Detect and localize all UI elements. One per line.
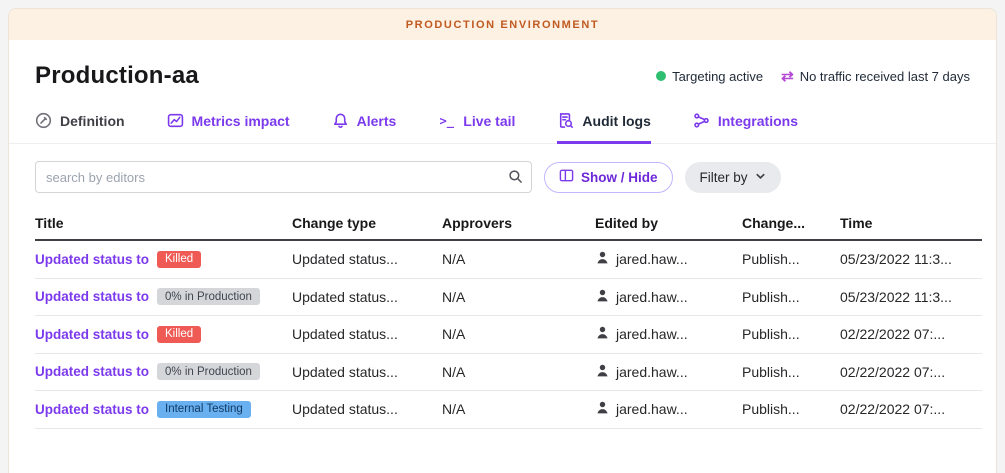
person-icon bbox=[595, 288, 610, 306]
traffic-status: ⇄ No traffic received last 7 days bbox=[781, 69, 970, 84]
row-title-link[interactable]: Updated status to bbox=[35, 327, 149, 342]
columns-icon bbox=[559, 168, 574, 186]
edited-by-cell: jared.haw... bbox=[595, 363, 742, 381]
search-input[interactable] bbox=[35, 161, 532, 193]
time-cell: 05/23/2022 11:3... bbox=[840, 251, 982, 267]
approvers-cell: N/A bbox=[442, 326, 595, 342]
traffic-arrows-icon: ⇄ bbox=[781, 69, 794, 84]
edited-by-name: jared.haw... bbox=[616, 364, 688, 380]
approvers-cell: N/A bbox=[442, 364, 595, 380]
traffic-status-label: No traffic received last 7 days bbox=[800, 69, 970, 84]
status-area: Targeting active ⇄ No traffic received l… bbox=[656, 69, 970, 84]
person-icon bbox=[595, 400, 610, 418]
table-row[interactable]: Updated status to Killed Updated status.… bbox=[35, 316, 982, 354]
tab-label: Definition bbox=[60, 113, 125, 129]
tab-metrics-impact[interactable]: Metrics impact bbox=[167, 112, 290, 144]
change-type-cell: Updated status... bbox=[292, 401, 442, 417]
tab-label: Integrations bbox=[718, 113, 798, 129]
status-badge: Internal Testing bbox=[157, 401, 251, 418]
row-title-link[interactable]: Updated status to bbox=[35, 402, 149, 417]
tab-definition[interactable]: Definition bbox=[35, 112, 125, 144]
edited-by-cell: jared.haw... bbox=[595, 250, 742, 268]
column-header-approvers[interactable]: Approvers bbox=[442, 215, 595, 231]
time-cell: 05/23/2022 11:3... bbox=[840, 289, 982, 305]
status-badge: 0% in Production bbox=[157, 288, 260, 305]
show-hide-label: Show / Hide bbox=[581, 170, 658, 185]
edited-by-name: jared.haw... bbox=[616, 251, 688, 267]
filter-by-label: Filter by bbox=[700, 170, 748, 185]
edited-by-name: jared.haw... bbox=[616, 401, 688, 417]
edited-by-name: jared.haw... bbox=[616, 326, 688, 342]
tab-label: Alerts bbox=[357, 113, 397, 129]
metrics-chart-icon bbox=[167, 112, 184, 129]
row-title-link[interactable]: Updated status to bbox=[35, 289, 149, 304]
page-title: Production-aa bbox=[35, 62, 199, 90]
green-dot-icon bbox=[656, 71, 666, 81]
table-row[interactable]: Updated status to 0% in Production Updat… bbox=[35, 279, 982, 317]
tab-live-tail[interactable]: >_ Live tail bbox=[438, 112, 515, 144]
approvers-cell: N/A bbox=[442, 289, 595, 305]
row-title-link[interactable]: Updated status to bbox=[35, 364, 149, 379]
integrations-icon bbox=[693, 112, 710, 129]
change-type-cell: Updated status... bbox=[292, 364, 442, 380]
environment-banner-label: PRODUCTION ENVIRONMENT bbox=[406, 19, 599, 31]
status-badge: 0% in Production bbox=[157, 363, 260, 380]
column-header-change[interactable]: Change... bbox=[742, 215, 840, 231]
edited-by-name: jared.haw... bbox=[616, 289, 688, 305]
table-header-row: Title Change type Approvers Edited by Ch… bbox=[35, 207, 982, 241]
tab-bar: Definition Metrics impact Alerts >_ Live… bbox=[9, 94, 996, 144]
search-box bbox=[35, 161, 532, 193]
change-cell: Publish... bbox=[742, 326, 840, 342]
environment-card: PRODUCTION ENVIRONMENT Production-aa Tar… bbox=[8, 8, 997, 473]
time-cell: 02/22/2022 07:... bbox=[840, 326, 982, 342]
person-icon bbox=[595, 325, 610, 343]
status-badge: Killed bbox=[157, 251, 201, 268]
environment-banner: PRODUCTION ENVIRONMENT bbox=[9, 9, 996, 40]
tab-label: Metrics impact bbox=[192, 113, 290, 129]
definition-icon bbox=[35, 112, 52, 129]
change-cell: Publish... bbox=[742, 289, 840, 305]
edited-by-cell: jared.haw... bbox=[595, 325, 742, 343]
header: Production-aa Targeting active ⇄ No traf… bbox=[9, 40, 996, 94]
tab-label: Audit logs bbox=[582, 113, 650, 129]
change-type-cell: Updated status... bbox=[292, 326, 442, 342]
chevron-down-icon bbox=[755, 170, 766, 185]
search-icon bbox=[508, 169, 523, 189]
tab-integrations[interactable]: Integrations bbox=[693, 112, 798, 144]
tab-label: Live tail bbox=[463, 113, 515, 129]
column-header-title[interactable]: Title bbox=[35, 215, 292, 231]
toolbar: Show / Hide Filter by bbox=[9, 144, 996, 193]
status-badge: Killed bbox=[157, 326, 201, 343]
edited-by-cell: jared.haw... bbox=[595, 400, 742, 418]
time-cell: 02/22/2022 07:... bbox=[840, 401, 982, 417]
change-type-cell: Updated status... bbox=[292, 251, 442, 267]
tab-alerts[interactable]: Alerts bbox=[332, 112, 397, 144]
table-row[interactable]: Updated status to Internal Testing Updat… bbox=[35, 391, 982, 429]
targeting-status: Targeting active bbox=[656, 69, 763, 84]
change-type-cell: Updated status... bbox=[292, 289, 442, 305]
person-icon bbox=[595, 250, 610, 268]
bell-icon bbox=[332, 112, 349, 129]
targeting-status-label: Targeting active bbox=[672, 69, 763, 84]
column-header-edited-by[interactable]: Edited by bbox=[595, 215, 742, 231]
change-cell: Publish... bbox=[742, 364, 840, 380]
person-icon bbox=[595, 363, 610, 381]
change-cell: Publish... bbox=[742, 401, 840, 417]
show-hide-button[interactable]: Show / Hide bbox=[544, 162, 673, 193]
tab-audit-logs[interactable]: Audit logs bbox=[557, 112, 650, 144]
row-title-link[interactable]: Updated status to bbox=[35, 252, 149, 267]
approvers-cell: N/A bbox=[442, 401, 595, 417]
table-row[interactable]: Updated status to Killed Updated status.… bbox=[35, 241, 982, 279]
column-header-time[interactable]: Time bbox=[840, 215, 982, 231]
edited-by-cell: jared.haw... bbox=[595, 288, 742, 306]
document-search-icon bbox=[557, 112, 574, 129]
approvers-cell: N/A bbox=[442, 251, 595, 267]
column-header-change-type[interactable]: Change type bbox=[292, 215, 442, 231]
change-cell: Publish... bbox=[742, 251, 840, 267]
filter-by-button[interactable]: Filter by bbox=[685, 162, 781, 193]
terminal-icon: >_ bbox=[438, 112, 455, 129]
table-row[interactable]: Updated status to 0% in Production Updat… bbox=[35, 354, 982, 392]
audit-log-table: Title Change type Approvers Edited by Ch… bbox=[35, 207, 982, 429]
time-cell: 02/22/2022 07:... bbox=[840, 364, 982, 380]
